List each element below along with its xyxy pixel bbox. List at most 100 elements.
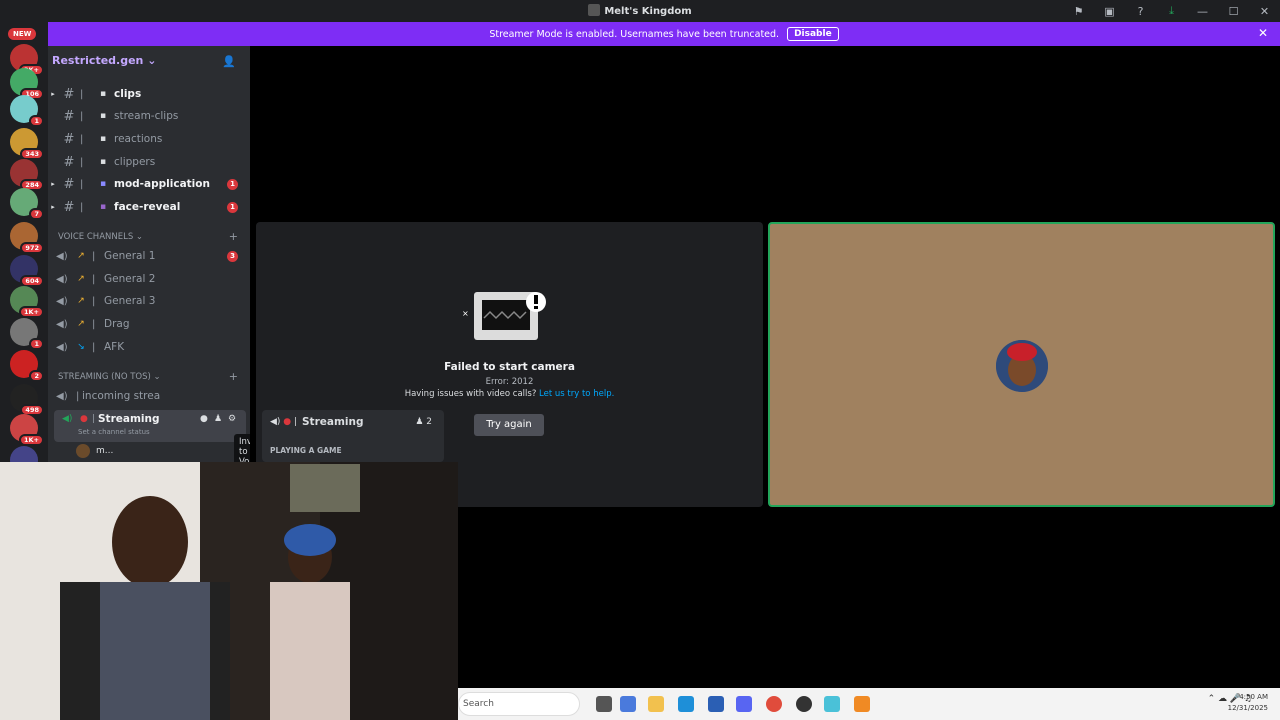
channel-status[interactable]: Set a channel status bbox=[78, 428, 150, 436]
new-badge[interactable]: NEW bbox=[8, 28, 37, 40]
file-explorer-icon[interactable] bbox=[648, 696, 664, 712]
app-icon[interactable] bbox=[824, 696, 840, 712]
voice-channel-streaming[interactable]: ◀) ● | Streaming Set a channel status ● … bbox=[54, 410, 246, 442]
channel-list: Restricted.gen ⌄ 👤 ▸ # | ▪ clips # | ▪ stream-cl… bbox=[48, 46, 250, 462]
voice-channel-incoming-stream[interactable]: ◀) | incoming strea bbox=[48, 386, 250, 406]
chat-icon[interactable]: ● bbox=[200, 414, 208, 424]
channel-stream-clips[interactable]: # | ▪ stream-clips bbox=[48, 106, 250, 126]
server-icon[interactable]: 1 bbox=[10, 318, 44, 350]
voice-member[interactable]: m... bbox=[76, 444, 113, 458]
camera-help-text: Having issues with video calls? Let us t… bbox=[404, 389, 615, 399]
channel-emoji-icon: ▪ bbox=[99, 134, 107, 144]
discord-icon[interactable] bbox=[736, 696, 752, 712]
minimize-icon[interactable]: — bbox=[1187, 5, 1218, 18]
channel-emoji-icon: ▪ bbox=[99, 202, 107, 212]
disable-button[interactable]: Disable bbox=[787, 27, 839, 41]
app-icon[interactable] bbox=[854, 696, 870, 712]
avatar bbox=[996, 340, 1048, 392]
channel-face-reveal[interactable]: ▸ # | ▪ face-reveal 1 bbox=[48, 197, 250, 217]
server-icon[interactable]: 7 bbox=[10, 188, 44, 220]
server-icon[interactable]: 498 bbox=[10, 384, 44, 416]
download-icon[interactable]: ⤓ bbox=[1156, 4, 1187, 18]
obs-icon[interactable] bbox=[796, 696, 812, 712]
server-icon[interactable]: 1K+ bbox=[10, 286, 44, 318]
server-icon[interactable]: 106 bbox=[10, 68, 44, 100]
channel-clips[interactable]: ▸ # | ▪ clips bbox=[48, 84, 250, 104]
camera-error-code: Error: 2012 bbox=[485, 377, 534, 387]
try-again-button[interactable]: Try again bbox=[474, 414, 544, 436]
svg-text:×: × bbox=[462, 309, 469, 318]
inbox-icon[interactable]: ▣ bbox=[1094, 5, 1125, 18]
speaker-icon: ◀) bbox=[62, 414, 73, 424]
voice-channel-general-1[interactable]: ◀) ↗ | General 13 bbox=[48, 246, 250, 266]
voice-channel-general-3[interactable]: ◀) ↗ | General 3 bbox=[48, 291, 250, 311]
channel-emoji-icon: ▪ bbox=[99, 179, 107, 189]
help-link[interactable]: Let us try to help. bbox=[539, 389, 614, 399]
edge-icon[interactable] bbox=[678, 696, 694, 712]
settings-gear-icon[interactable]: ⚙ bbox=[228, 414, 236, 424]
caret-icon: ▸ bbox=[51, 203, 55, 211]
task-view-icon[interactable] bbox=[596, 696, 612, 712]
server-icon[interactable]: 972 bbox=[10, 222, 44, 254]
speaker-icon: ◀) bbox=[56, 390, 68, 402]
close-window-icon[interactable]: ✕ bbox=[1249, 5, 1280, 18]
hash-icon: # bbox=[63, 199, 75, 215]
server-rail: NEW 3K+ 106 1 343 284 7 972 604 1K+ 1 2 … bbox=[0, 22, 48, 462]
server-icon[interactable] bbox=[10, 446, 38, 462]
caret-icon: ▸ bbox=[51, 90, 55, 98]
server-icon[interactable]: 2 bbox=[10, 350, 44, 382]
hash-icon: # bbox=[63, 108, 75, 124]
channel-emoji-icon: ▪ bbox=[99, 111, 107, 121]
taskbar: Search ⌃ ☁ 🎤 ♫ 4:50 AM 12/31/2025 bbox=[458, 688, 1280, 720]
category-voice-channels[interactable]: VOICE CHANNELS ⌄ + bbox=[58, 230, 238, 243]
close-banner-icon[interactable]: ✕ bbox=[1258, 26, 1268, 40]
channel-clippers[interactable]: # | ▪ clippers bbox=[48, 152, 250, 172]
voice-channel-afk[interactable]: ◀) ↘ | AFK bbox=[48, 337, 250, 357]
category-streaming[interactable]: STREAMING (NO TOS) ⌄ + bbox=[58, 370, 238, 383]
invite-to-voice-icon[interactable]: ♟ bbox=[214, 414, 222, 424]
channel-emoji-icon: ↗ bbox=[77, 274, 85, 284]
speaker-icon: ◀) ● | bbox=[270, 417, 298, 427]
channel-reactions[interactable]: # | ▪ reactions bbox=[48, 129, 250, 149]
channel-emoji-icon: ↗ bbox=[77, 296, 85, 306]
help-icon[interactable]: ? bbox=[1125, 5, 1156, 18]
camera-error-title: Failed to start camera bbox=[444, 361, 575, 373]
channel-emoji-icon: ▪ bbox=[99, 157, 107, 167]
create-channel-icon[interactable]: + bbox=[229, 230, 238, 243]
channel-emoji-icon: ↘ bbox=[77, 342, 85, 352]
create-channel-icon[interactable]: + bbox=[229, 370, 238, 383]
unread-badge: 3 bbox=[227, 250, 238, 262]
caret-icon: ▸ bbox=[51, 180, 55, 188]
server-icon[interactable]: 604 bbox=[10, 255, 44, 287]
hash-icon: # bbox=[63, 176, 75, 192]
webcam-overlay bbox=[0, 462, 458, 720]
camera-error-illustration: × bbox=[462, 292, 546, 340]
taskbar-search[interactable]: Search bbox=[458, 692, 580, 716]
voice-channel-drag[interactable]: ◀) ↗ | Drag bbox=[48, 314, 250, 334]
copilot-icon[interactable] bbox=[620, 696, 636, 712]
webcam-image bbox=[0, 462, 458, 720]
server-icon[interactable]: 284 bbox=[10, 159, 44, 191]
clock[interactable]: 4:50 AM 12/31/2025 bbox=[1228, 692, 1268, 714]
channel-emoji-icon: ↗ bbox=[77, 319, 85, 329]
unread-badge: 1 bbox=[227, 178, 238, 190]
voice-channel-general-2[interactable]: ◀) ↗ | General 2 bbox=[48, 269, 250, 289]
add-member-icon[interactable]: 👤 bbox=[222, 55, 236, 68]
speaker-icon: ◀) bbox=[56, 341, 68, 353]
maximize-icon[interactable]: ☐ bbox=[1218, 5, 1249, 18]
server-icon[interactable]: 1 bbox=[10, 95, 44, 127]
channel-mod-application[interactable]: ▸ # | ▪ mod-application 1 bbox=[48, 174, 250, 194]
speaker-icon: ◀) bbox=[56, 295, 68, 307]
store-icon[interactable] bbox=[708, 696, 724, 712]
server-icon[interactable]: 343 bbox=[10, 128, 44, 160]
server-icon[interactable]: 1K+ bbox=[10, 414, 44, 446]
user-video-tile[interactable] bbox=[768, 222, 1275, 507]
title-bar: Melt's Kingdom ⚑ ▣ ? ⤓ — ☐ ✕ bbox=[0, 0, 1280, 22]
flag-icon[interactable]: ⚑ bbox=[1063, 5, 1094, 18]
server-name[interactable]: Restricted.gen ⌄ 👤 bbox=[48, 54, 250, 74]
speaker-icon: ◀) bbox=[56, 273, 68, 285]
hash-icon: # bbox=[63, 154, 75, 170]
chrome-icon[interactable] bbox=[766, 696, 782, 712]
unread-badge: 1 bbox=[227, 201, 238, 213]
avatar-image bbox=[996, 340, 1048, 392]
